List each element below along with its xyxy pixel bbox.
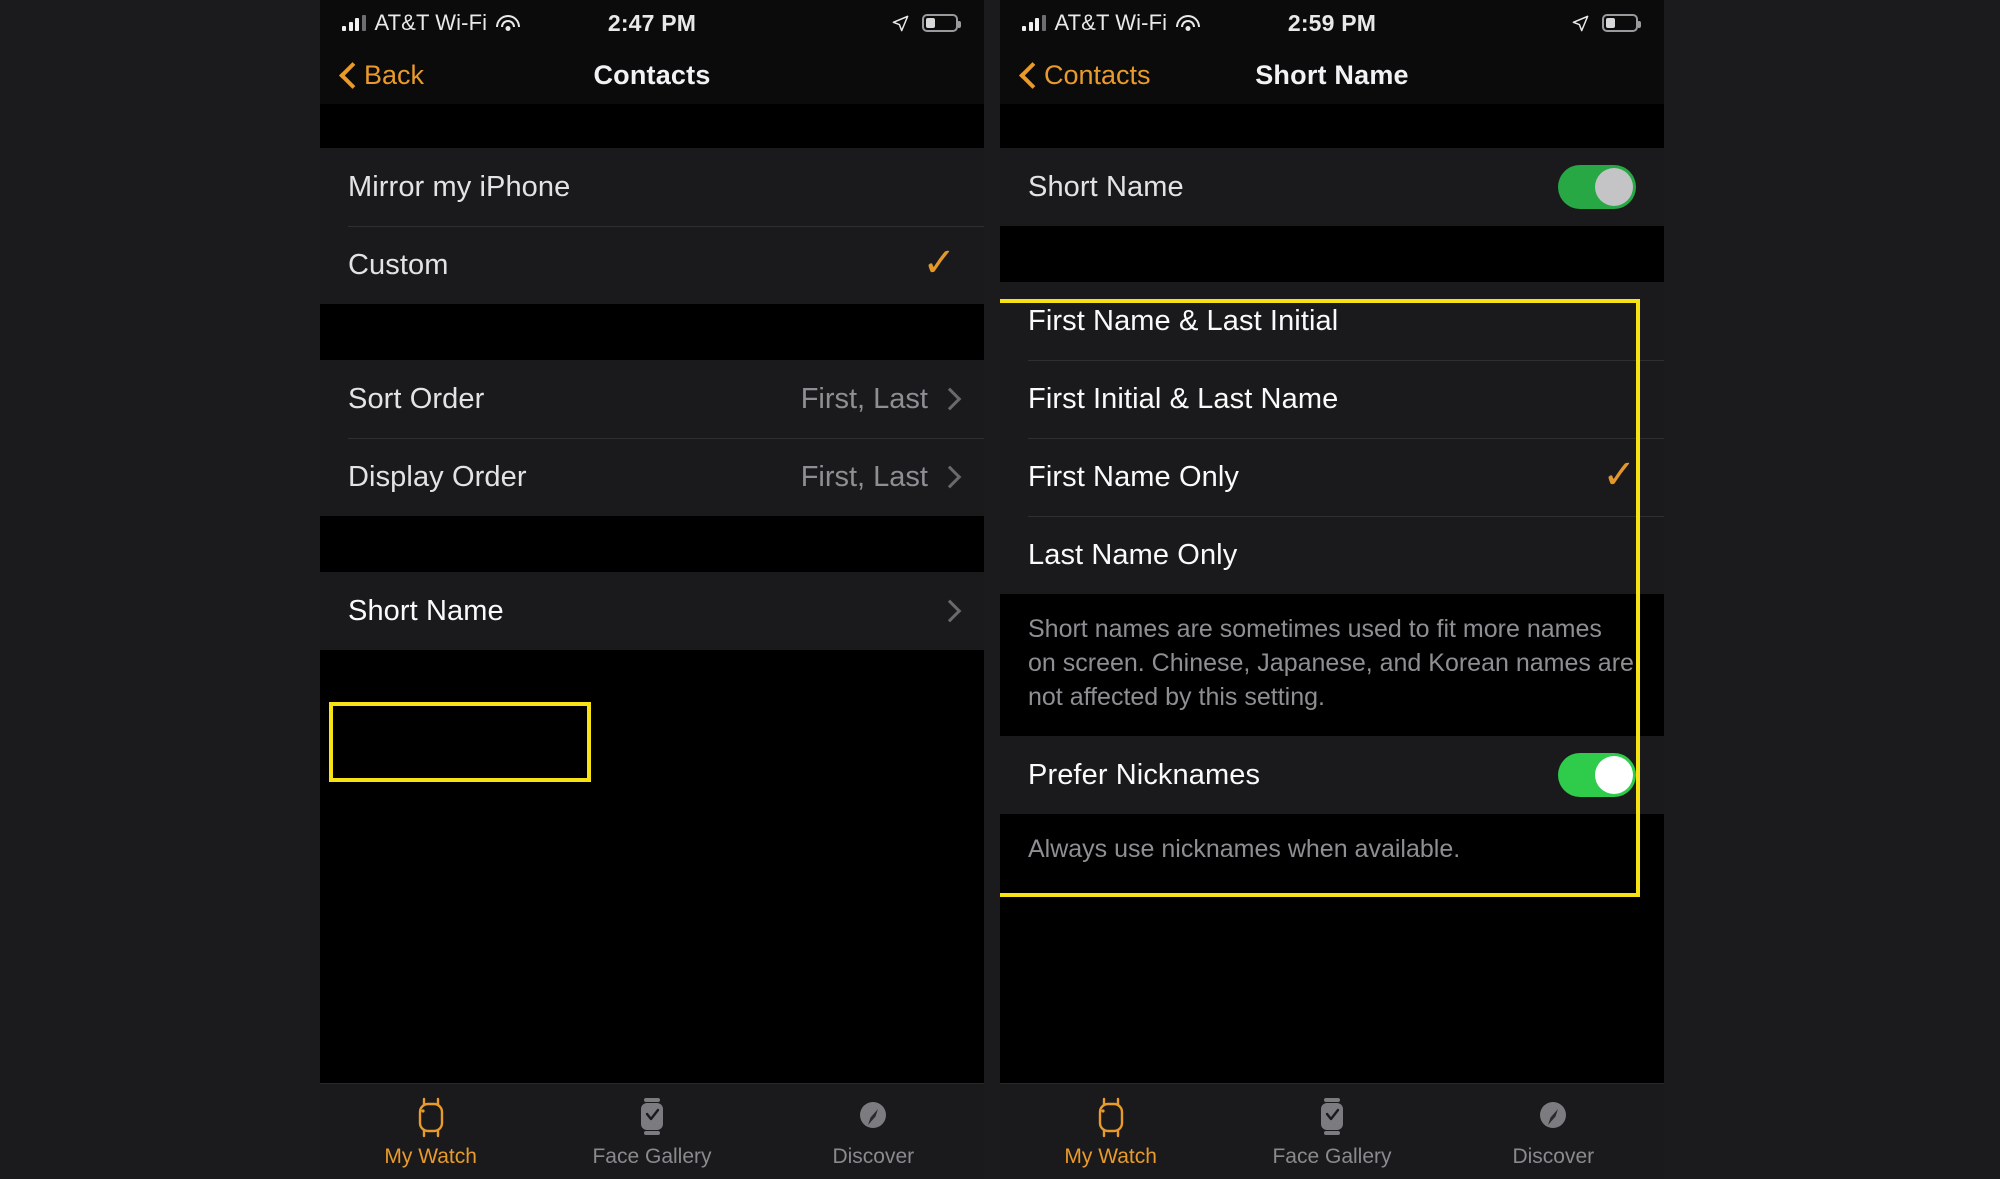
option-label: First Name Only <box>1028 460 1239 493</box>
tab-label: Discover <box>832 1144 915 1168</box>
row-label: Display Order <box>348 460 527 493</box>
row-label: Mirror my iPhone <box>348 170 571 203</box>
row-label: Sort Order <box>348 382 485 415</box>
battery-icon <box>922 14 961 32</box>
tab-label: Discover <box>1512 1144 1595 1168</box>
page-background-right <box>1664 0 2000 1179</box>
back-button[interactable]: Contacts <box>1020 60 1151 91</box>
list-top-gap <box>320 104 984 148</box>
highlight-box-short-name <box>329 702 591 782</box>
row-sort-order[interactable]: Sort Order First, Last <box>320 360 984 438</box>
page-background-left <box>0 0 320 1179</box>
location-arrow-icon <box>1572 15 1589 31</box>
cellular-bars-icon <box>1022 15 1046 31</box>
short-name-footer-note: Short names are sometimes used to fit mo… <box>1000 594 1664 736</box>
screenshot-stage: AT&T Wi-Fi 2:47 PM Back Contacts Mirror … <box>0 0 2000 1179</box>
chevron-right-icon <box>942 599 956 623</box>
tab-my-watch[interactable]: My Watch <box>320 1095 541 1169</box>
watch-icon <box>1098 1097 1123 1137</box>
tab-label: My Watch <box>384 1144 477 1168</box>
list-gap-1 <box>320 304 984 360</box>
list-gap-2 <box>320 516 984 572</box>
checkmark-icon: ✓ <box>922 241 956 285</box>
compass-icon <box>1540 1101 1567 1128</box>
chevron-left-icon <box>340 62 356 88</box>
carrier-label: AT&T Wi-Fi <box>374 10 488 35</box>
chevron-right-icon <box>942 465 956 489</box>
row-value: First, Last <box>800 382 928 415</box>
row-custom[interactable]: Custom ✓ <box>320 226 984 304</box>
wifi-icon <box>1176 14 1201 32</box>
option-first-initial-last-name[interactable]: First Initial & Last Name <box>1000 360 1664 438</box>
back-button-label: Contacts <box>1044 59 1151 90</box>
order-group: Sort Order First, Last Display Order Fir… <box>320 360 984 516</box>
watch-face-icon <box>640 1097 663 1135</box>
chevron-left-icon <box>1020 62 1036 88</box>
battery-icon <box>1602 14 1641 32</box>
short-name-options-group: First Name & Last Initial First Initial … <box>1000 282 1664 594</box>
row-mirror-my-iphone[interactable]: Mirror my iPhone <box>320 148 984 226</box>
option-label: First Initial & Last Name <box>1028 382 1339 415</box>
cellular-bars-icon <box>342 15 366 31</box>
nav-bar-short-name: Contacts Short Name <box>1000 46 1664 104</box>
status-bar-contacts: AT&T Wi-Fi 2:47 PM <box>320 0 984 46</box>
option-last-name-only[interactable]: Last Name Only <box>1000 516 1664 594</box>
row-label: Custom <box>348 248 449 281</box>
iphone-screen-short-name: AT&T Wi-Fi 2:59 PM Contacts Short Name S… <box>1000 0 1664 1179</box>
list-gap-1 <box>1000 226 1664 282</box>
back-button-label: Back <box>364 59 425 90</box>
short-name-switch[interactable] <box>1558 165 1636 209</box>
tab-bar-right: My Watch Face Gallery Discover <box>1000 1083 1664 1179</box>
status-bar-short-name: AT&T Wi-Fi 2:59 PM <box>1000 0 1664 46</box>
row-label: Short Name <box>1028 170 1184 203</box>
row-label: Prefer Nicknames <box>1028 758 1261 791</box>
option-first-name-only[interactable]: First Name Only ✓ <box>1000 438 1664 516</box>
mirror-group: Mirror my iPhone Custom ✓ <box>320 148 984 304</box>
panel-separator <box>984 0 1000 1179</box>
checkmark-icon: ✓ <box>1602 453 1636 497</box>
watch-face-icon <box>1320 1097 1343 1135</box>
wifi-icon <box>496 14 521 32</box>
option-first-name-last-initial[interactable]: First Name & Last Initial <box>1000 282 1664 360</box>
row-display-order[interactable]: Display Order First, Last <box>320 438 984 516</box>
tab-face-gallery[interactable]: Face Gallery <box>541 1095 762 1169</box>
settings-list-contacts: Mirror my iPhone Custom ✓ Sort Order Fir… <box>320 104 984 1083</box>
row-short-name[interactable]: Short Name <box>320 572 984 650</box>
list-top-gap <box>1000 104 1664 148</box>
prefer-nicknames-switch[interactable] <box>1558 753 1636 797</box>
iphone-screen-contacts: AT&T Wi-Fi 2:47 PM Back Contacts Mirror … <box>320 0 984 1179</box>
watch-icon <box>418 1097 443 1137</box>
carrier-label: AT&T Wi-Fi <box>1054 10 1168 35</box>
chevron-right-icon <box>942 387 956 411</box>
tab-discover[interactable]: Discover <box>1443 1095 1664 1169</box>
tab-face-gallery[interactable]: Face Gallery <box>1221 1095 1442 1169</box>
prefer-nicknames-group: Prefer Nicknames <box>1000 736 1664 814</box>
short-name-group: Short Name <box>320 572 984 650</box>
tab-my-watch[interactable]: My Watch <box>1000 1095 1221 1169</box>
location-arrow-icon <box>892 15 909 31</box>
tab-label: Face Gallery <box>1272 1144 1392 1168</box>
tab-discover[interactable]: Discover <box>763 1095 984 1169</box>
row-prefer-nicknames[interactable]: Prefer Nicknames <box>1000 736 1664 814</box>
nicknames-footer-note: Always use nicknames when available. <box>1000 814 1664 884</box>
row-short-name-toggle[interactable]: Short Name <box>1000 148 1664 226</box>
compass-icon <box>860 1101 887 1128</box>
option-label: Last Name Only <box>1028 538 1238 571</box>
tab-label: My Watch <box>1064 1144 1157 1168</box>
option-label: First Name & Last Initial <box>1028 304 1339 337</box>
settings-list-short-name: Short Name First Name & Last Initial Fir… <box>1000 104 1664 1083</box>
row-label: Short Name <box>348 594 504 627</box>
row-value: First, Last <box>800 460 928 493</box>
short-name-toggle-group: Short Name <box>1000 148 1664 226</box>
tab-label: Face Gallery <box>592 1144 712 1168</box>
back-button[interactable]: Back <box>340 60 424 91</box>
nav-bar-contacts: Back Contacts <box>320 46 984 104</box>
tab-bar-left: My Watch Face Gallery Discover <box>320 1083 984 1179</box>
